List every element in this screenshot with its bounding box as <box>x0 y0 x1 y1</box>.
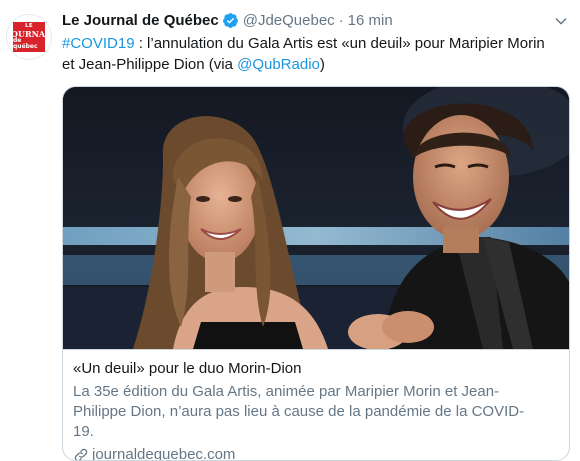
avatar[interactable]: Le Journal de Québec <box>6 14 52 60</box>
journal-logo: Le Journal de Québec <box>7 22 51 52</box>
tweet-suffix-text: ) <box>319 56 325 73</box>
tweet-header: Le Journal de Québec @JdeQuebec · 16 min <box>62 10 570 30</box>
mention-link[interactable]: @QubRadio <box>237 56 320 73</box>
hashtag-link[interactable]: #COVID19 <box>62 35 135 52</box>
tweet-text: #COVID19 : l’annulation du Gala Artis es… <box>62 33 552 75</box>
chevron-down-icon[interactable] <box>552 12 570 30</box>
logo-line-3: de Québec <box>13 36 38 50</box>
tweet[interactable]: Le Journal de Québec Le Journal de Québe… <box>0 0 580 461</box>
timestamp[interactable]: 16 min <box>348 12 393 29</box>
card-image[interactable] <box>63 87 569 349</box>
tweet-content: Le Journal de Québec @JdeQuebec · 16 min… <box>62 10 570 461</box>
link-card[interactable]: «Un deuil» pour le duo Morin-Dion La 35e… <box>62 86 570 461</box>
card-title[interactable]: «Un deuil» pour le duo Morin-Dion <box>73 359 559 379</box>
card-domain[interactable]: journaldequebec.com <box>73 445 559 461</box>
card-body[interactable]: «Un deuil» pour le duo Morin-Dion La 35e… <box>63 349 569 461</box>
card-description: La 35e édition du Gala Artis, animée par… <box>73 383 525 440</box>
link-icon <box>73 447 89 460</box>
verified-badge-icon <box>222 12 239 29</box>
separator-dot: · <box>338 11 344 29</box>
card-domain-text: journaldequebec.com <box>92 446 236 461</box>
display-name[interactable]: Le Journal de Québec <box>62 12 219 29</box>
handle[interactable]: @JdeQuebec <box>243 12 335 29</box>
